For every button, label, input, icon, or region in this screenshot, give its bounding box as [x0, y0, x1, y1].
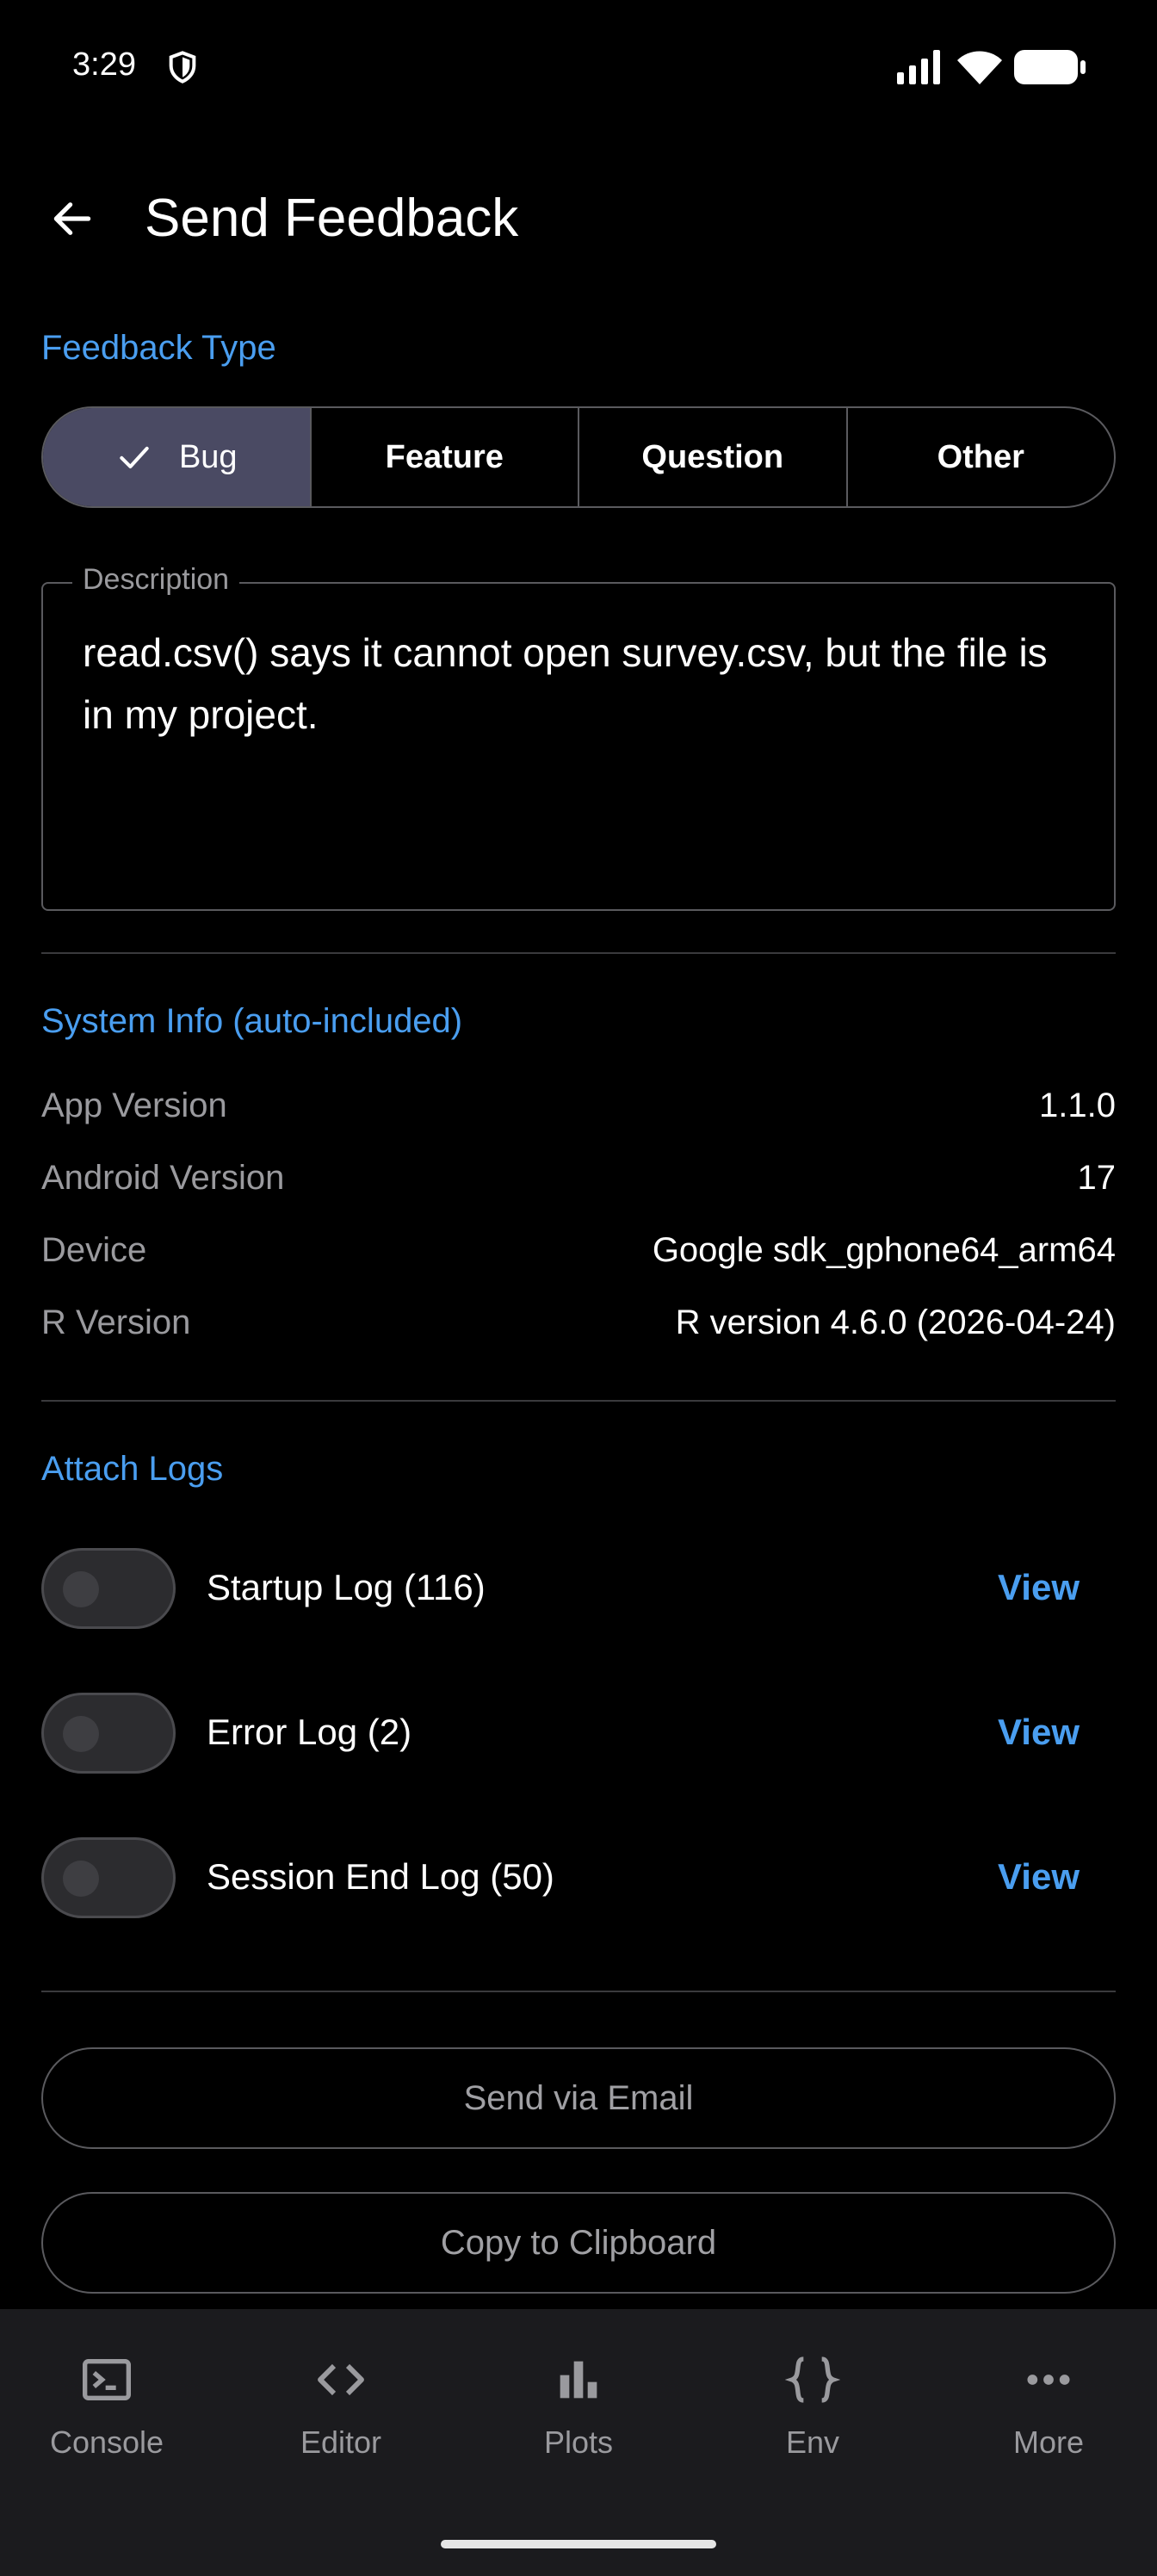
- segment-bug-label: Bug: [178, 438, 238, 475]
- app-version-label: App Version: [41, 1087, 227, 1124]
- nav-plots[interactable]: Plots: [484, 2352, 673, 2507]
- session-end-log-label: Session End Log (50): [207, 1856, 554, 1897]
- segment-other[interactable]: Other: [845, 408, 1115, 506]
- error-log-label: Error Log (2): [207, 1712, 412, 1752]
- attach-logs-label: Attach Logs: [41, 1450, 224, 1488]
- device-value: Google sdk_gphone64_arm64: [652, 1231, 1116, 1269]
- back-arrow-icon[interactable]: [48, 195, 96, 243]
- nav-env-label: Env: [785, 2424, 840, 2460]
- nav-more-label: More: [1012, 2424, 1085, 2460]
- nav-editor-label: Editor: [300, 2424, 382, 2460]
- device-label: Device: [41, 1231, 147, 1269]
- cellular-signal-icon: [897, 50, 940, 84]
- bottom-navigation: Console Editor Plots Env More: [0, 2309, 1157, 2576]
- more-dots-icon: [1027, 2375, 1070, 2385]
- divider: [41, 1400, 1116, 1402]
- startup-log-view-link[interactable]: View: [998, 1567, 1080, 1608]
- segment-bug[interactable]: Bug: [43, 408, 310, 506]
- nav-more[interactable]: More: [954, 2352, 1143, 2507]
- page-title: Send Feedback: [145, 189, 519, 248]
- system-info-label: System Info (auto-included): [41, 1002, 463, 1040]
- error-log-toggle[interactable]: [41, 1693, 176, 1774]
- segment-question[interactable]: Question: [578, 408, 846, 506]
- segment-feature[interactable]: Feature: [309, 408, 578, 506]
- error-log-view-link[interactable]: View: [998, 1712, 1080, 1753]
- bar-chart-icon: [560, 2361, 597, 2399]
- toggle-knob: [63, 1861, 99, 1897]
- android-version-label: Android Version: [41, 1159, 285, 1197]
- nav-plots-label: Plots: [543, 2424, 614, 2460]
- nav-env[interactable]: Env: [718, 2352, 907, 2507]
- code-icon: [318, 2363, 364, 2396]
- console-icon: [83, 2359, 131, 2400]
- copy-to-clipboard-button[interactable]: Copy to Clipboard: [41, 2192, 1116, 2294]
- startup-log-toggle[interactable]: [41, 1548, 176, 1629]
- segment-question-label: Question: [641, 438, 784, 475]
- startup-log-label: Startup Log (116): [207, 1567, 486, 1607]
- toggle-knob: [63, 1571, 99, 1607]
- nav-console-label: Console: [49, 2424, 164, 2460]
- segment-feature-label: Feature: [385, 438, 504, 475]
- android-version-value: 17: [1077, 1159, 1117, 1197]
- r-version-label: R Version: [41, 1303, 191, 1341]
- session-end-log-view-link[interactable]: View: [998, 1856, 1080, 1898]
- divider: [41, 952, 1116, 954]
- wifi-icon: [957, 51, 1002, 84]
- divider: [41, 1991, 1116, 1992]
- check-icon: [120, 446, 149, 469]
- shield-icon: [169, 51, 196, 84]
- home-indicator[interactable]: [441, 2540, 716, 2548]
- status-time: 3:29: [72, 46, 136, 83]
- r-version-value: R version 4.6.0 (2026-04-24): [675, 1303, 1116, 1341]
- description-label: Description: [72, 563, 240, 597]
- braces-icon: [785, 2356, 840, 2403]
- battery-icon: [1014, 50, 1086, 84]
- toggle-knob: [63, 1716, 99, 1752]
- description-value[interactable]: read.csv() says it cannot open survey.cs…: [83, 622, 1081, 746]
- feedback-type-segmented: Bug Feature Question Other: [41, 406, 1116, 508]
- segment-other-label: Other: [937, 438, 1024, 475]
- session-end-log-toggle[interactable]: [41, 1837, 176, 1918]
- nav-console[interactable]: Console: [12, 2352, 201, 2507]
- send-via-email-button[interactable]: Send via Email: [41, 2047, 1116, 2149]
- nav-editor[interactable]: Editor: [246, 2352, 436, 2507]
- feedback-type-label: Feedback Type: [41, 329, 276, 367]
- app-version-value: 1.1.0: [1039, 1087, 1116, 1124]
